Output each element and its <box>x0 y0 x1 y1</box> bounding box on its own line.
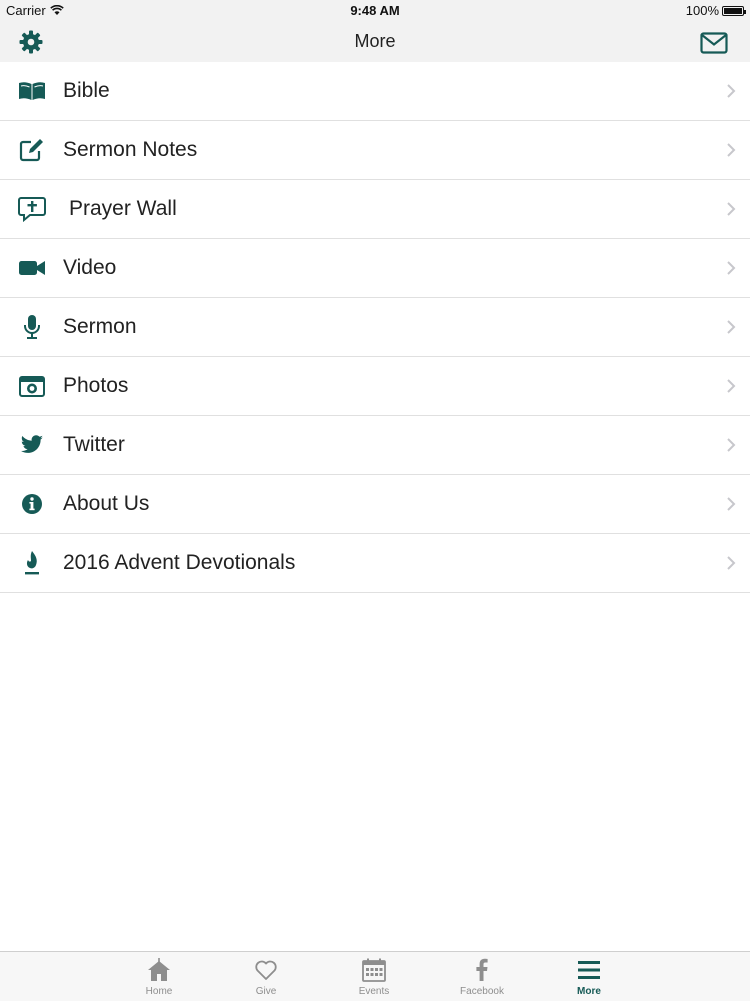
facebook-icon <box>476 958 488 981</box>
chevron-right-icon <box>727 261 736 275</box>
status-time: 9:48 AM <box>350 3 400 18</box>
menu-item-label: Video <box>63 256 117 279</box>
menu-item-sermon-notes[interactable]: Sermon Notes <box>0 121 750 180</box>
chevron-right-icon <box>727 84 736 98</box>
tab-bar: Home Give Events Facebook More <box>0 951 750 1001</box>
page-title: More <box>354 31 396 51</box>
candle-flame-icon <box>18 551 46 575</box>
menu-item-video[interactable]: Video <box>0 239 750 298</box>
tab-label: Facebook <box>460 986 504 997</box>
menu-item-label: About Us <box>63 492 150 515</box>
tab-events[interactable]: Events <box>339 952 409 1001</box>
edit-icon <box>18 138 46 162</box>
tab-label: Events <box>358 986 390 997</box>
mail-icon[interactable] <box>700 32 728 54</box>
menu-item-prayer-wall[interactable]: Prayer Wall <box>0 180 750 239</box>
calendar-icon <box>362 958 386 982</box>
tab-label: Give <box>255 986 277 997</box>
menu-item-label: 2016 Advent Devotionals <box>63 551 296 574</box>
menu-item-label: Bible <box>63 79 110 102</box>
menu-item-label: Sermon Notes <box>63 138 198 161</box>
battery-icon <box>722 5 746 16</box>
menu-item-bible[interactable]: Bible <box>0 62 750 121</box>
chevron-right-icon <box>727 143 736 157</box>
chevron-right-icon <box>727 379 736 393</box>
chevron-right-icon <box>727 202 736 216</box>
book-icon <box>18 79 46 103</box>
navigation-bar: More <box>0 22 750 62</box>
menu-item-about-us[interactable]: About Us <box>0 475 750 534</box>
twitter-bird-icon <box>18 433 46 457</box>
tab-label: Home <box>145 986 173 997</box>
menu-list: Bible Sermon Notes Prayer Wall Video Ser… <box>0 62 750 593</box>
microphone-icon <box>18 315 46 339</box>
tab-label: More <box>577 986 601 997</box>
menu-item-label: Sermon <box>63 315 137 338</box>
camera-icon <box>18 374 46 398</box>
menu-item-advent-devotionals[interactable]: 2016 Advent Devotionals <box>0 534 750 593</box>
tab-home[interactable]: Home <box>124 952 194 1001</box>
chevron-right-icon <box>727 556 736 570</box>
status-bar: Carrier 9:48 AM 100% <box>0 0 750 22</box>
menu-item-sermon[interactable]: Sermon <box>0 298 750 357</box>
menu-item-twitter[interactable]: Twitter <box>0 416 750 475</box>
battery-indicator: 100% <box>685 3 746 18</box>
menu-item-label: Photos <box>63 374 129 397</box>
menu-item-label: Twitter <box>63 433 125 456</box>
tab-facebook[interactable]: Facebook <box>447 952 517 1001</box>
info-icon <box>18 492 46 516</box>
prayer-chat-icon <box>18 197 46 222</box>
tab-more[interactable]: More <box>554 952 624 1001</box>
heart-icon <box>255 960 277 980</box>
battery-percent: 100% <box>685 3 719 18</box>
menu-icon <box>578 961 600 979</box>
menu-item-label: Prayer Wall <box>69 197 177 220</box>
chevron-right-icon <box>727 320 736 334</box>
video-camera-icon <box>18 256 46 280</box>
tab-give[interactable]: Give <box>231 952 301 1001</box>
chevron-right-icon <box>727 438 736 452</box>
church-icon <box>148 958 170 981</box>
chevron-right-icon <box>727 497 736 511</box>
menu-item-photos[interactable]: Photos <box>0 357 750 416</box>
